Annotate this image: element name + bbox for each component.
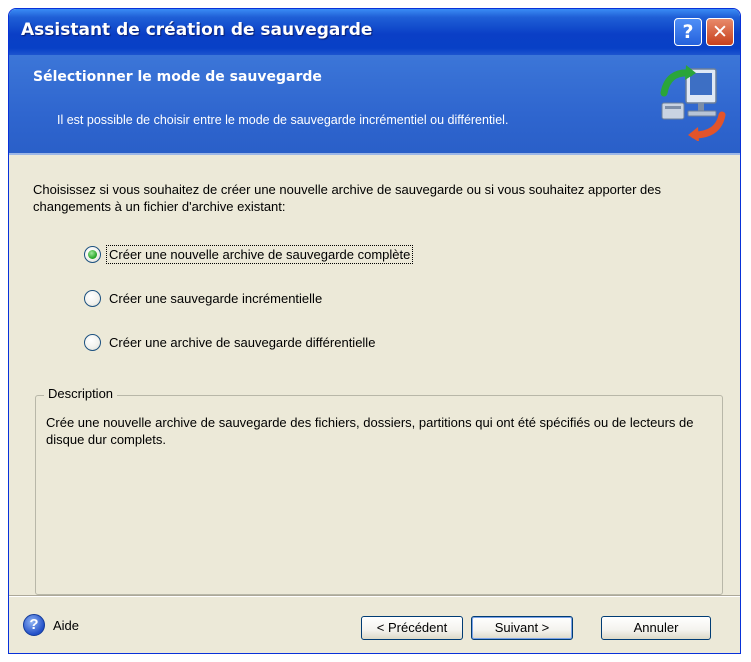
header-subtitle: Il est possible de choisir entre le mode… — [57, 113, 509, 127]
description-text: Crée une nouvelle archive de sauvegarde … — [46, 415, 694, 447]
help-label[interactable]: Aide — [53, 618, 79, 633]
backup-computer-icon — [660, 65, 726, 141]
description-legend: Description — [44, 386, 118, 401]
next-button[interactable]: Suivant > — [471, 616, 573, 640]
radio-differential-backup[interactable] — [84, 333, 101, 351]
option-incremental-backup[interactable]: Créer une sauvegarde incrémentielle — [84, 287, 324, 309]
wizard-window: Assistant de création de sauvegarde ? ✕ … — [8, 8, 741, 654]
close-button[interactable]: ✕ — [706, 18, 734, 46]
help-title-button[interactable]: ? — [674, 18, 702, 46]
wizard-content: Choisissez si vous souhaitez de créer un… — [9, 155, 740, 595]
option-incremental-backup-label[interactable]: Créer une sauvegarde incrémentielle — [107, 290, 324, 307]
help-link[interactable]: ? Aide — [23, 614, 79, 636]
help-icon[interactable]: ? — [23, 614, 45, 636]
window-title: Assistant de création de sauvegarde — [21, 20, 373, 40]
option-differential-backup[interactable]: Créer une archive de sauvegarde différen… — [84, 331, 377, 353]
radio-full-backup[interactable] — [84, 245, 101, 263]
option-full-backup-label[interactable]: Créer une nouvelle archive de sauvegarde… — [105, 244, 414, 264]
cancel-button[interactable]: Annuler — [601, 616, 711, 640]
wizard-header: Sélectionner le mode de sauvegarde Il es… — [9, 55, 740, 155]
description-group: Description Crée une nouvelle archive de… — [35, 386, 723, 595]
back-button[interactable]: < Précédent — [361, 616, 463, 640]
option-differential-backup-label[interactable]: Créer une archive de sauvegarde différen… — [107, 334, 377, 351]
option-full-backup[interactable]: Créer une nouvelle archive de sauvegarde… — [84, 243, 414, 265]
wizard-footer: ? Aide < Précédent Suivant > Annuler — [9, 595, 740, 653]
radio-incremental-backup[interactable] — [84, 289, 101, 307]
instruction-text: Choisissez si vous souhaitez de créer un… — [33, 182, 661, 214]
header-title: Sélectionner le mode de sauvegarde — [33, 69, 322, 85]
title-bar[interactable]: Assistant de création de sauvegarde ? ✕ — [9, 9, 740, 55]
